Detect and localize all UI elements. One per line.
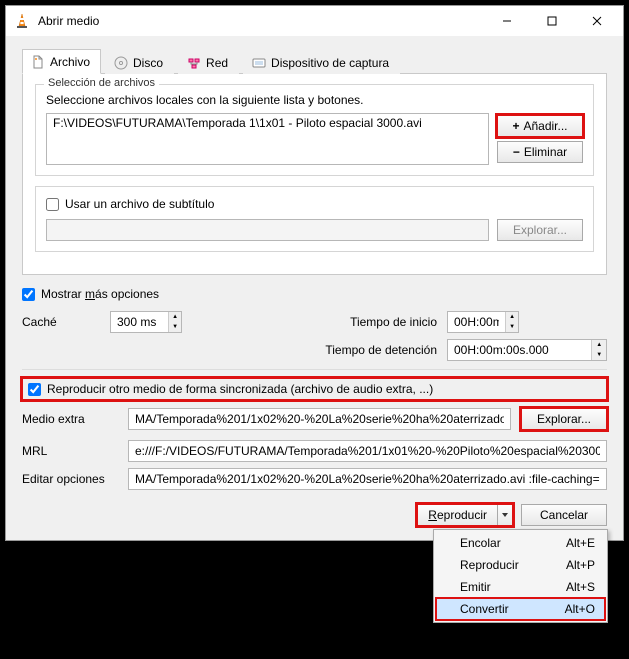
menu-emit[interactable]: Emitir Alt+S xyxy=(436,576,605,598)
file-icon xyxy=(31,55,45,69)
file-panel: Selección de archivos Seleccione archivo… xyxy=(22,74,607,275)
cache-up[interactable]: ▲ xyxy=(169,312,181,322)
start-time-value[interactable] xyxy=(448,312,505,332)
start-time-spinner[interactable]: ▲▼ xyxy=(447,311,519,333)
stop-time-value[interactable] xyxy=(448,340,591,360)
file-group-title: Selección de archivos xyxy=(44,77,159,89)
extra-media-label: Medio extra xyxy=(22,412,118,426)
menu-enqueue[interactable]: Encolar Alt+E xyxy=(436,532,605,554)
close-button[interactable] xyxy=(574,7,619,36)
menu-emit-accel: Alt+S xyxy=(566,580,595,594)
mrl-input[interactable] xyxy=(128,440,607,462)
menu-convert[interactable]: Convertir Alt+O xyxy=(436,598,605,620)
play-button[interactable]: Reproducir xyxy=(417,504,497,526)
start-down[interactable]: ▼ xyxy=(506,322,518,332)
file-list-item[interactable]: F:\VIDEOS\FUTURAMA\Temporada 1\1x01 - Pi… xyxy=(53,116,482,130)
menu-enqueue-accel: Alt+E xyxy=(566,536,595,550)
edit-options-input[interactable] xyxy=(128,468,607,490)
source-tabs: Archivo Disco Red Dispositivo de captura xyxy=(22,48,607,74)
add-file-button[interactable]: + Añadir... xyxy=(497,115,583,137)
file-selection-group: Selección de archivos Seleccione archivo… xyxy=(35,84,594,176)
cancel-button[interactable]: Cancelar xyxy=(521,504,607,526)
start-up[interactable]: ▲ xyxy=(506,312,518,322)
separator xyxy=(22,369,607,370)
extra-browse-label: Explorar... xyxy=(537,412,591,426)
minus-icon: − xyxy=(513,145,520,159)
subtitle-browse-button: Explorar... xyxy=(497,219,583,241)
maximize-button[interactable] xyxy=(529,7,574,36)
tab-network[interactable]: Red xyxy=(178,49,239,74)
subtitle-path-input xyxy=(46,219,489,241)
open-media-dialog: Abrir medio Archivo Disco Red Dispositiv… xyxy=(5,5,624,541)
menu-play[interactable]: Reproducir Alt+P xyxy=(436,554,605,576)
menu-play-accel: Alt+P xyxy=(566,558,595,572)
mrl-label: MRL xyxy=(22,444,118,458)
menu-convert-accel: Alt+O xyxy=(565,602,595,616)
menu-play-label: Reproducir xyxy=(460,558,519,572)
tab-capture[interactable]: Dispositivo de captura xyxy=(243,49,400,74)
more-options-checkbox[interactable] xyxy=(22,288,35,301)
menu-enqueue-label: Encolar xyxy=(460,536,501,550)
file-hint: Seleccione archivos locales con la sigui… xyxy=(46,93,583,107)
sync-media-checkbox[interactable] xyxy=(28,383,41,396)
tab-capture-label: Dispositivo de captura xyxy=(271,56,389,70)
tab-disc-label: Disco xyxy=(133,56,163,70)
cache-down[interactable]: ▼ xyxy=(169,322,181,332)
titlebar: Abrir medio xyxy=(6,6,623,36)
extra-media-input[interactable] xyxy=(128,408,511,430)
add-file-label: Añadir... xyxy=(523,119,567,133)
remove-file-button[interactable]: − Eliminar xyxy=(497,141,583,163)
menu-convert-label: Convertir xyxy=(460,602,509,616)
play-button-label: Reproducir xyxy=(428,508,487,522)
file-list[interactable]: F:\VIDEOS\FUTURAMA\Temporada 1\1x01 - Pi… xyxy=(46,113,489,165)
play-dropdown-menu: Encolar Alt+E Reproducir Alt+P Emitir Al… xyxy=(433,529,608,623)
play-split-button: Reproducir xyxy=(417,504,513,526)
vlc-icon xyxy=(14,13,30,29)
tab-disc[interactable]: Disco xyxy=(105,49,174,74)
menu-emit-label: Emitir xyxy=(460,580,491,594)
chevron-down-icon xyxy=(501,511,509,519)
subtitle-browse-label: Explorar... xyxy=(513,223,567,237)
cache-label: Caché xyxy=(22,315,100,329)
more-options-label: Mostrar más opciones xyxy=(41,287,159,301)
tab-network-label: Red xyxy=(206,56,228,70)
window-title: Abrir medio xyxy=(38,14,484,28)
edit-options-label: Editar opciones xyxy=(22,472,118,486)
cancel-button-label: Cancelar xyxy=(540,508,588,522)
remove-file-label: Eliminar xyxy=(524,145,567,159)
tab-file-label: Archivo xyxy=(50,55,90,69)
disc-icon xyxy=(114,56,128,70)
minimize-button[interactable] xyxy=(484,7,529,36)
sync-media-label: Reproducir otro medio de forma sincroniz… xyxy=(47,382,433,396)
play-dropdown-toggle[interactable] xyxy=(497,504,513,526)
tab-file[interactable]: Archivo xyxy=(22,49,101,74)
plus-icon: + xyxy=(512,119,519,133)
stop-up[interactable]: ▲ xyxy=(592,340,606,350)
extra-browse-button[interactable]: Explorar... xyxy=(521,408,607,430)
stop-time-spinner[interactable]: ▲▼ xyxy=(447,339,607,361)
cache-spinner[interactable]: ▲▼ xyxy=(110,311,182,333)
cache-value[interactable] xyxy=(111,312,168,332)
network-icon xyxy=(187,56,201,70)
capture-icon xyxy=(252,56,266,70)
start-time-label: Tiempo de inicio xyxy=(212,315,437,329)
subtitle-checkbox-label: Usar un archivo de subtítulo xyxy=(65,197,214,211)
subtitle-checkbox[interactable] xyxy=(46,198,59,211)
subtitle-group: Usar un archivo de subtítulo Explorar... xyxy=(35,186,594,252)
stop-down[interactable]: ▼ xyxy=(592,350,606,360)
stop-time-label: Tiempo de detención xyxy=(22,343,437,357)
